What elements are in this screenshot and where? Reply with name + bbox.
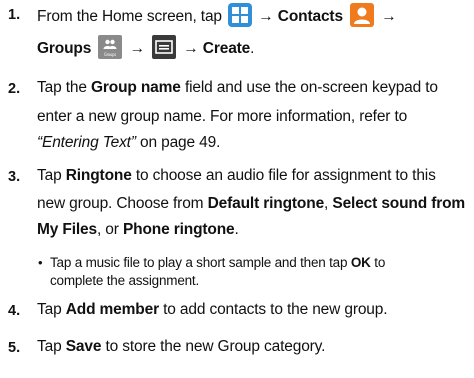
step-text: new group. Choose from <box>37 195 204 212</box>
step-text: Tap <box>37 338 62 355</box>
step-text: Tap <box>37 167 62 184</box>
comma: , <box>324 195 329 212</box>
arrow: → <box>129 40 146 58</box>
step-text: on page 49. <box>140 134 221 151</box>
step-3-line-1: Tap Ringtone to choose an audio file for… <box>37 167 436 185</box>
phone-ringtone-label: Phone ringtone <box>122 221 235 238</box>
svg-text:Groups: Groups <box>104 52 116 57</box>
add-member-label: Add member <box>65 301 159 318</box>
default-ringtone-label: Default ringtone <box>207 195 325 212</box>
step-3-line-3: My Files, or Phone ringtone. <box>37 221 239 239</box>
step-text: to choose an audio file for assignment t… <box>135 167 436 184</box>
contacts-label: Contacts <box>277 8 343 26</box>
step-text: enter a new group name. For more informa… <box>37 108 408 125</box>
step-text: Tap a music file to play a short sample … <box>50 255 348 270</box>
save-label: Save <box>65 338 102 355</box>
step-4-line-1: Tap Add member to add contacts to the ne… <box>37 301 388 319</box>
step-2-line-2: enter a new group name. For more informa… <box>37 108 407 126</box>
step-number: 5. <box>8 340 21 356</box>
my-files-label: My Files <box>37 221 97 238</box>
create-label: Create <box>202 40 251 58</box>
step-number: 2. <box>8 81 21 97</box>
step-3-line-2: new group. Choose from Default ringtone,… <box>37 195 465 213</box>
step-2-line-1: Tap the Group name field and use the on-… <box>37 79 438 97</box>
ok-label: OK <box>350 255 371 270</box>
period: . <box>234 221 239 238</box>
cross-reference: “Entering Text” <box>37 134 136 151</box>
step-number: 4. <box>8 303 21 319</box>
sub-bullet-line-2: complete the assignment. <box>50 273 199 288</box>
step-text: to store the new Group category. <box>105 338 326 355</box>
step-2-line-3: “Entering Text” on page 49. <box>37 134 220 152</box>
period: . <box>250 40 255 58</box>
step-number: 3. <box>8 169 21 185</box>
sub-bullet-line-1: Tap a music file to play a short sample … <box>50 255 385 270</box>
step-text: field and use the on-screen keypad to <box>184 79 438 96</box>
bullet-marker: • <box>38 255 43 270</box>
step-number: 1. <box>8 7 21 23</box>
step-1-line-2: Groups Groups → → Create. <box>37 35 255 61</box>
apps-icon <box>228 3 253 27</box>
arrow: → <box>381 8 397 26</box>
step-5-line-1: Tap Save to store the new Group category… <box>37 338 325 356</box>
step-text: Tap <box>37 301 62 318</box>
step-text: From the Home screen, tap <box>37 8 222 26</box>
ringtone-label: Ringtone <box>65 167 132 184</box>
arrow: → <box>183 40 199 58</box>
select-sound-label: Select sound from <box>332 195 466 212</box>
step-text: , or <box>96 221 119 238</box>
groups-label: Groups <box>37 40 92 58</box>
arrow: → <box>258 8 274 26</box>
step-text: to <box>374 255 386 270</box>
step-text: complete the assignment. <box>50 273 200 288</box>
step-text: to add contacts to the new group. <box>163 301 388 318</box>
step-text: Tap the <box>37 79 87 96</box>
groups-icon: Groups <box>98 35 123 59</box>
contacts-icon <box>350 3 375 27</box>
group-name-label: Group name <box>90 79 181 96</box>
menu-icon <box>152 35 177 59</box>
step-1-line-1: From the Home screen, tap → Contacts → <box>37 3 397 29</box>
